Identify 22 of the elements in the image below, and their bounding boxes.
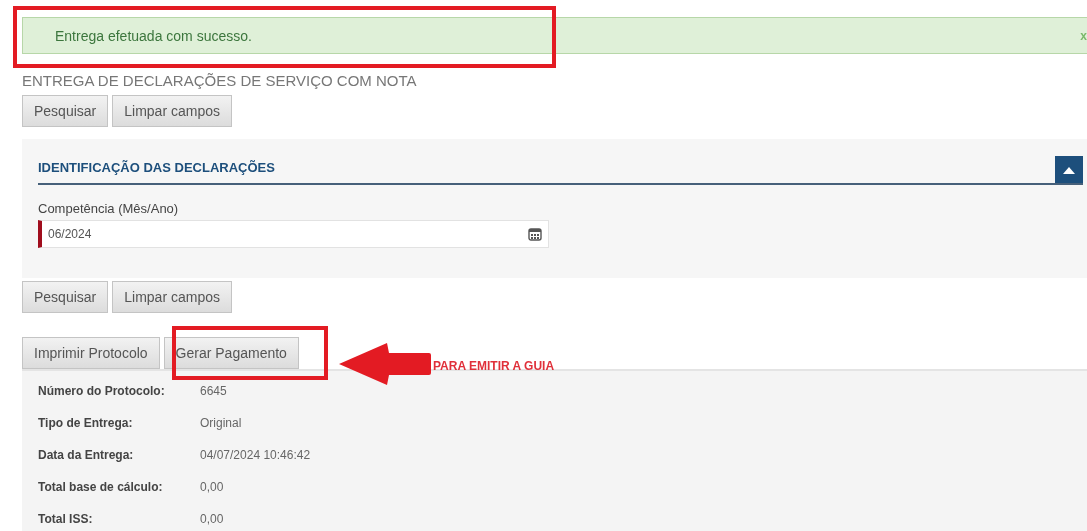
detail-label: Número do Protocolo:: [38, 384, 166, 398]
alert-message: Entrega efetuada com sucesso.: [55, 27, 252, 44]
detail-label: Tipo de Entrega:: [38, 416, 134, 430]
detail-label: Data da Entrega:: [38, 448, 135, 462]
detail-label: Total ISS:: [38, 512, 94, 526]
panel-title: IDENTIFICAÇÃO DAS DECLARAÇÕES: [38, 160, 275, 177]
search-button[interactable]: Pesquisar: [22, 95, 109, 127]
page-title: ENTREGA DE DECLARAÇÕES DE SERVIÇO COM NOTA: [22, 72, 418, 89]
clear-button[interactable]: Limpar campos: [112, 281, 232, 313]
detail-value: Original: [200, 416, 242, 430]
detail-value: 04/07/2024 10:46:42: [200, 448, 311, 462]
detail-value: 0,00: [200, 512, 224, 526]
detail-label: Total base de cálculo:: [38, 480, 164, 494]
tab[interactable]: Imprimir Protocolo: [22, 337, 160, 369]
detail-value: 0,00: [200, 480, 224, 494]
clear-button[interactable]: Limpar campos: [112, 95, 232, 127]
date-field[interactable]: 06/2024: [38, 220, 549, 248]
search-button[interactable]: Pesquisar: [22, 281, 109, 313]
annotation-label: PARA EMITIR A GUIA: [433, 359, 555, 373]
detail-value: 6645: [200, 384, 227, 398]
field-label: Competência (Mês/Ano): [38, 201, 180, 216]
tab[interactable]: Gerar Pagamento: [163, 337, 299, 369]
